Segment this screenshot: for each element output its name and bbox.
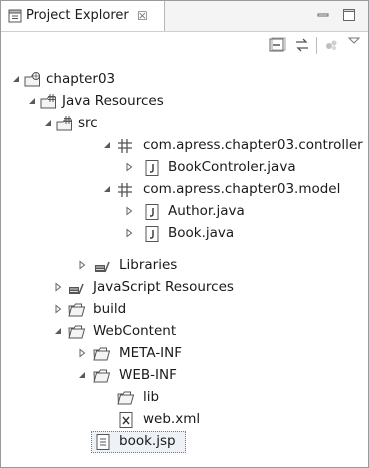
tree-item-java-resources[interactable]: Java Resources <box>1 91 368 113</box>
expanded-arrow-icon[interactable] <box>102 184 112 194</box>
view-titlebar: Project Explorer ☒ <box>1 1 368 32</box>
tree-item-meta-inf[interactable]: META-INF <box>1 343 368 365</box>
java-file-icon <box>145 204 159 220</box>
tree-item-label: BookControler.java <box>168 159 296 175</box>
tree-item-label: Book.java <box>168 225 235 241</box>
toolbar-separator <box>316 37 317 54</box>
tree-item-label: WEB-INF <box>119 367 177 383</box>
java-file-icon <box>145 160 159 176</box>
tree-item-label: JavaScript Resources <box>93 279 234 295</box>
expanded-arrow-icon[interactable] <box>27 96 37 106</box>
tree-item-label: lib <box>143 389 160 405</box>
tab-title: Project Explorer <box>26 8 129 23</box>
tree-item-webcontent[interactable]: WebContent <box>1 321 368 343</box>
expanded-arrow-icon[interactable] <box>43 118 53 128</box>
tree-item-label: chapter03 <box>46 71 116 87</box>
collapsed-arrow-icon[interactable] <box>124 228 134 238</box>
folder-icon <box>68 303 86 317</box>
link-with-editor-icon[interactable] <box>293 36 311 54</box>
jsp-file-icon <box>96 434 110 450</box>
collapsed-arrow-icon[interactable] <box>53 282 63 292</box>
tree-item-book-java[interactable]: Book.java <box>1 223 368 245</box>
tree-item-chapter03[interactable]: chapter03 <box>1 69 368 91</box>
expanded-arrow-icon[interactable] <box>53 326 63 336</box>
java-file-icon <box>145 226 159 242</box>
tree-item-web-inf[interactable]: WEB-INF <box>1 365 368 387</box>
collapse-all-icon[interactable] <box>268 36 286 54</box>
tree-item-label: book.jsp <box>119 433 176 449</box>
tree-item-javascript-resources[interactable]: JavaScript Resources <box>1 277 368 299</box>
minimize-icon[interactable] <box>315 7 331 23</box>
tree-item-author-java[interactable]: Author.java <box>1 201 368 223</box>
tree-item-label: Author.java <box>168 203 245 219</box>
close-icon[interactable]: ☒ <box>137 7 148 25</box>
tree-item-label: src <box>78 115 98 131</box>
collapsed-arrow-icon[interactable] <box>77 348 87 358</box>
project-explorer-icon <box>8 9 22 23</box>
tree-item-label: build <box>93 301 127 317</box>
web-project-icon <box>24 72 40 87</box>
java-resources-icon <box>40 94 56 109</box>
folder-icon <box>117 391 135 405</box>
tree-item-package-controller[interactable]: com.apress.chapter03.controller <box>1 135 368 157</box>
expanded-arrow-icon[interactable] <box>11 74 21 84</box>
collapsed-arrow-icon[interactable] <box>124 206 134 216</box>
collapsed-arrow-icon[interactable] <box>77 260 87 270</box>
tree-item-build[interactable]: build <box>1 299 368 321</box>
tree-item-label: com.apress.chapter03.controller <box>143 137 363 153</box>
package-icon <box>118 183 132 197</box>
source-folder-icon <box>56 116 72 131</box>
collapsed-arrow-icon[interactable] <box>53 304 63 314</box>
package-icon <box>118 139 132 153</box>
libraries-icon <box>95 261 110 273</box>
tree-item-label: web.xml <box>143 411 201 427</box>
tree-item-label: Java Resources <box>62 93 164 109</box>
tree-item-label: Libraries <box>119 257 178 273</box>
view-toolbar <box>1 36 368 58</box>
xml-file-icon <box>119 412 133 428</box>
view-menu-icon[interactable] <box>345 32 363 50</box>
tree-item-src[interactable]: src <box>1 113 368 135</box>
expanded-arrow-icon[interactable] <box>102 140 112 150</box>
tree-item-libraries[interactable]: Libraries <box>1 255 368 277</box>
folder-open-icon <box>68 325 86 339</box>
javascript-resources-icon <box>69 283 84 295</box>
tree-item-book-jsp[interactable]: book.jsp <box>1 431 368 453</box>
folder-open-icon <box>93 369 111 383</box>
expanded-arrow-icon[interactable] <box>77 370 87 380</box>
tree-item-web-xml[interactable]: web.xml <box>1 409 368 431</box>
tab-project-explorer[interactable]: Project Explorer ☒ <box>1 1 165 31</box>
maximize-icon[interactable] <box>341 7 357 23</box>
collapsed-arrow-icon[interactable] <box>124 162 134 172</box>
focus-icon[interactable] <box>323 36 341 54</box>
project-explorer-view: Project Explorer ☒ chapter03 Java Resour… <box>0 0 369 468</box>
tree-item-label: com.apress.chapter03.model <box>143 181 341 197</box>
tree-item-label: WebContent <box>93 323 177 339</box>
folder-icon <box>93 347 111 361</box>
tree-item-label: META-INF <box>119 345 183 361</box>
tree-item-package-model[interactable]: com.apress.chapter03.model <box>1 179 368 201</box>
tree-item-lib[interactable]: lib <box>1 387 368 409</box>
tree-item-bookcontroler-java[interactable]: BookControler.java <box>1 157 368 179</box>
